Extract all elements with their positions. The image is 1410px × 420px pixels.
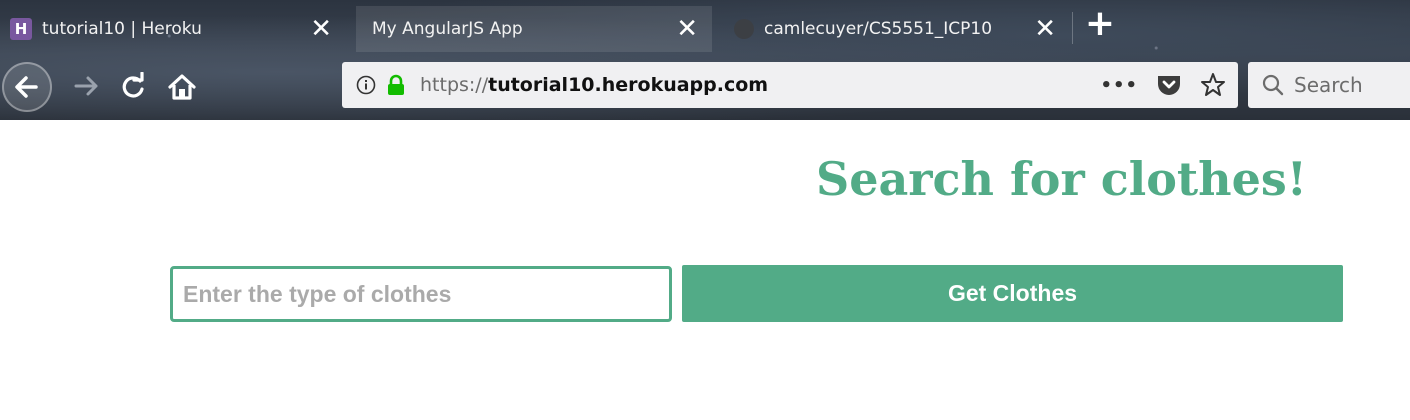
page-actions-icon[interactable]: ••• [1100,75,1138,96]
lock-icon[interactable] [386,74,406,96]
browser-search-box[interactable]: Search [1248,62,1410,108]
back-button[interactable] [2,62,52,112]
tab-heroku[interactable]: H tutorial10 | Heroku ✕ [0,6,346,52]
url-host: tutorial10.herokuapp.com [488,74,769,96]
close-tab-icon[interactable]: ✕ [1034,16,1056,42]
tab-angular-app[interactable]: My AngularJS App ✕ [356,6,712,52]
search-icon [1262,74,1284,96]
clothes-type-input[interactable] [170,266,672,322]
page-title: Search for clothes! [816,152,1307,206]
get-clothes-button[interactable]: Get Clothes [682,265,1343,322]
new-tab-button[interactable]: + [1082,6,1118,44]
home-icon[interactable] [166,72,198,102]
pocket-icon[interactable] [1156,73,1182,97]
browser-chrome: H tutorial10 | Heroku ✕ My AngularJS App… [0,0,1410,120]
tab-title: My AngularJS App [372,19,523,39]
tab-title: tutorial10 | Heroku [42,19,202,39]
address-bar[interactable]: https://tutorial10.herokuapp.com ••• [342,62,1238,108]
tab-github[interactable]: camlecuyer/CS5551_ICP10 ✕ [718,6,1070,52]
close-tab-icon[interactable]: ✕ [310,16,332,42]
heroku-icon: H [10,18,32,40]
reload-icon[interactable] [118,72,148,102]
search-placeholder: Search [1294,73,1363,97]
navigation-bar: https://tutorial10.herokuapp.com ••• Sea… [0,54,1410,118]
close-tab-icon[interactable]: ✕ [676,16,698,42]
url-protocol: https:// [420,74,489,96]
forward-arrow-icon[interactable] [70,72,104,100]
url-text[interactable]: https://tutorial10.herokuapp.com [420,74,768,96]
page-content: Search for clothes! Get Clothes [0,120,1410,420]
back-arrow-icon [15,76,38,98]
github-icon [734,19,754,39]
bookmark-star-icon[interactable] [1200,72,1226,98]
info-icon[interactable] [356,75,376,95]
tab-divider [1072,12,1073,44]
tab-title: camlecuyer/CS5551_ICP10 [764,19,993,39]
tab-strip: H tutorial10 | Heroku ✕ My AngularJS App… [0,0,1410,54]
